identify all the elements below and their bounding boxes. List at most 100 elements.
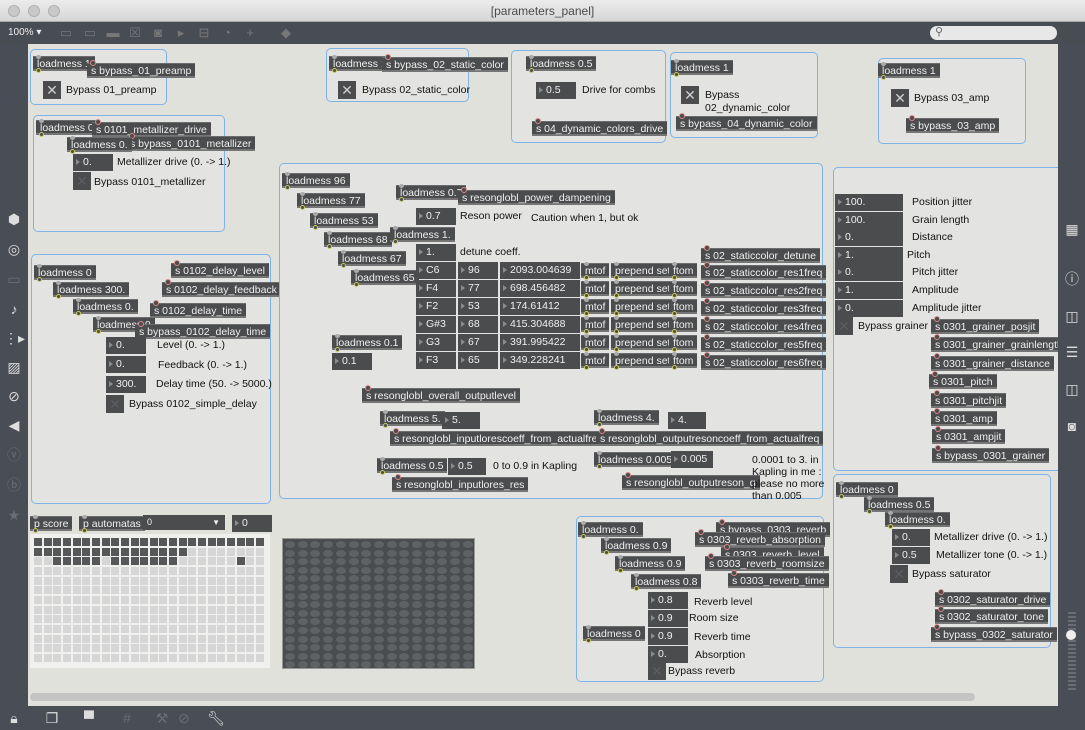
number-grainer-param[interactable]: 1. xyxy=(835,246,903,264)
book-icon[interactable]: ◫ xyxy=(1062,307,1082,325)
inlet[interactable] xyxy=(165,279,171,285)
grid-cell[interactable] xyxy=(82,615,91,624)
inlet[interactable] xyxy=(614,352,619,356)
inlet[interactable] xyxy=(867,496,872,500)
grid-cell[interactable] xyxy=(34,538,42,546)
matrix-cell[interactable] xyxy=(310,661,321,669)
loadmess-reverb-e[interactable]: loadmess 0 xyxy=(583,625,645,643)
media-icon[interactable]: ⋮▸⋮ xyxy=(4,329,39,347)
grid-cell[interactable] xyxy=(149,634,158,643)
matrix-cell[interactable] xyxy=(373,627,384,634)
loadmess-reson-q[interactable]: loadmess 0.005 xyxy=(594,451,677,469)
grid-cell[interactable] xyxy=(178,557,187,566)
matrix-cell[interactable] xyxy=(424,541,435,548)
grid-cell[interactable] xyxy=(236,586,245,595)
outlet[interactable] xyxy=(393,239,398,244)
grid-cell[interactable] xyxy=(227,586,235,595)
outlet[interactable] xyxy=(839,494,844,499)
grid-cell[interactable] xyxy=(207,538,216,546)
object-ftom[interactable]: ftom xyxy=(669,316,698,334)
send-res-freq[interactable]: s 02_staticcolor_res4freq xyxy=(701,316,827,334)
number-note[interactable]: F3 xyxy=(416,352,456,369)
matrix-cell[interactable] xyxy=(373,661,384,669)
matrix-cell[interactable] xyxy=(462,584,473,591)
loadmess-inlores-coeff[interactable]: loadmess 5. xyxy=(380,410,445,428)
grid-cell[interactable] xyxy=(72,547,81,556)
send-reson-q[interactable]: s resonglobl_outputreson_q xyxy=(622,472,760,490)
grid-cell[interactable] xyxy=(178,653,187,662)
grid-cell[interactable] xyxy=(62,634,71,643)
matrix-cell[interactable] xyxy=(348,601,359,609)
grid-cell[interactable] xyxy=(62,557,71,566)
matrix-cell[interactable] xyxy=(297,558,308,566)
matrix-cell[interactable] xyxy=(310,601,321,609)
matrix-cell[interactable] xyxy=(412,575,422,583)
number-freq[interactable]: 174.61412 xyxy=(500,298,580,315)
number-room-size[interactable]: 0.9 xyxy=(648,610,688,627)
grid-cell[interactable] xyxy=(207,595,216,604)
toggle-icon[interactable]: ☒ xyxy=(127,25,143,41)
outlet[interactable] xyxy=(529,68,534,73)
music-note-icon[interactable]: ♪ xyxy=(4,300,24,318)
grid-cell[interactable] xyxy=(246,576,255,585)
inlet[interactable] xyxy=(698,529,704,535)
grid-cell[interactable] xyxy=(246,624,255,633)
matrix-cell[interactable] xyxy=(399,609,410,617)
grid-cell[interactable] xyxy=(53,557,62,566)
grid-cell[interactable] xyxy=(236,595,245,604)
matrix-cell[interactable] xyxy=(335,601,346,609)
button-icon[interactable]: ◙ xyxy=(150,25,166,41)
matrix-cell[interactable] xyxy=(285,635,295,643)
grid-cell[interactable] xyxy=(34,624,42,633)
matrix-cell[interactable] xyxy=(386,592,397,600)
grid-cell[interactable] xyxy=(198,615,207,624)
grid-cell[interactable] xyxy=(82,566,91,575)
grid-cell[interactable] xyxy=(207,624,216,633)
grid-cell[interactable] xyxy=(130,557,139,566)
matrix-cell[interactable] xyxy=(424,652,435,660)
matrix-cell[interactable] xyxy=(386,558,397,566)
matrix-cell[interactable] xyxy=(285,627,295,634)
matrix-cell[interactable] xyxy=(348,575,359,583)
grid-cell[interactable] xyxy=(111,634,120,643)
matrix-cell[interactable] xyxy=(462,644,473,652)
grid-cell[interactable] xyxy=(149,576,158,585)
outlet[interactable] xyxy=(76,311,81,316)
matrix-cell[interactable] xyxy=(386,575,397,583)
number-delay-time[interactable]: 300. xyxy=(106,376,146,393)
matrix-cell[interactable] xyxy=(462,541,473,548)
grid-cell[interactable] xyxy=(227,566,235,575)
grid-cell[interactable] xyxy=(91,547,100,556)
outlet[interactable] xyxy=(674,72,679,77)
grid-cell[interactable] xyxy=(246,547,255,556)
loadmess-output-level[interactable]: loadmess 0.1 xyxy=(332,334,403,352)
inlet[interactable] xyxy=(679,113,685,119)
grid-cell[interactable] xyxy=(188,547,197,556)
inlet[interactable] xyxy=(731,570,737,576)
grid-cell[interactable] xyxy=(169,605,178,614)
grid-cell[interactable] xyxy=(53,576,62,585)
grid-cell[interactable] xyxy=(198,605,207,614)
grid-cell[interactable] xyxy=(178,644,187,653)
matrix-cell[interactable] xyxy=(450,661,461,669)
matrix-cell[interactable] xyxy=(310,618,321,626)
cube-icon[interactable]: ⬢ xyxy=(4,210,24,228)
grid-cell[interactable] xyxy=(217,624,226,633)
grid-cell[interactable] xyxy=(188,538,197,546)
inlet[interactable] xyxy=(704,280,710,286)
windows-icon[interactable]: ❐ xyxy=(42,709,62,727)
inlet[interactable] xyxy=(584,334,589,338)
grid-cell[interactable] xyxy=(82,644,91,653)
grid-cell[interactable] xyxy=(120,586,129,595)
matrix-cell[interactable] xyxy=(335,541,346,548)
paperclip-icon[interactable]: ⊘ xyxy=(4,387,24,405)
grid-cell[interactable] xyxy=(111,615,120,624)
grid-cell[interactable] xyxy=(62,547,71,556)
toggle-bypass-dynamic-color[interactable]: ✕ xyxy=(681,86,699,104)
grid-cell[interactable] xyxy=(82,547,91,556)
grid-cell[interactable] xyxy=(72,644,81,653)
grid-cell[interactable] xyxy=(53,624,62,633)
horizontal-scrollbar[interactable] xyxy=(30,693,975,701)
grid-icon[interactable]: ▦ xyxy=(1062,220,1082,238)
send-res-freq[interactable]: s 02_staticcolor_res3freq xyxy=(701,298,827,316)
